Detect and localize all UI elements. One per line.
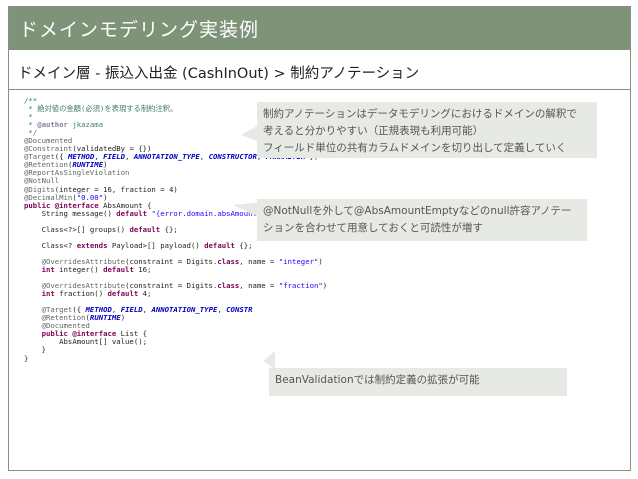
code-line: int integer() default 16; <box>24 264 299 274</box>
code-token: ANNOTATION_TYPE <box>151 305 218 315</box>
code-token: 絶対値の金額(必須)を表現する制約注釈。 <box>37 104 178 114</box>
code-token: fraction() <box>54 289 108 299</box>
code-token: CONSTR <box>226 305 253 315</box>
code-token: ) <box>322 281 328 291</box>
code-token: int <box>41 264 55 274</box>
code-token: @author <box>37 120 68 130</box>
code-line: Class<? extends Payload>[] payload() def… <box>24 240 299 250</box>
callout-1-line-1: 制約アノテーションはデータモデリングにおけるドメインの解釈で <box>263 108 577 120</box>
code-token: , name = <box>239 281 279 291</box>
callout-1-line-3: フィールド単位の共有カラムドメインを切り出して定義していく <box>263 142 567 154</box>
code-token: Class<? <box>24 240 77 250</box>
code-token: "fraction" <box>278 281 323 291</box>
code-token: default <box>116 208 148 218</box>
code-line: } <box>24 353 299 363</box>
code-line: AbsAmount[] value(); <box>24 338 299 346</box>
title-bar: ドメインモデリング実装例 <box>9 7 630 50</box>
code-token: 4; <box>138 289 152 299</box>
code-token: class <box>217 256 240 266</box>
slide-title: ドメインモデリング実装例 <box>19 19 260 41</box>
divider <box>9 89 630 90</box>
code-token: default <box>107 289 139 299</box>
code-token: "integer" <box>278 256 319 266</box>
code-token: default <box>129 224 161 234</box>
code-token: Payload>[] payload() <box>107 240 205 250</box>
code-token: , <box>125 152 134 162</box>
code-line: int fraction() default 4; <box>24 290 299 298</box>
code-token: Class<?>[] groups() <box>24 224 130 234</box>
code-token: jkazama <box>67 120 104 130</box>
code-token: String message() <box>24 208 117 218</box>
code-token: default <box>103 264 134 274</box>
code-token: , <box>217 305 227 315</box>
callout-notnull: @NotNullを外して@AbsAmountEmptyなどのnull許容アノテー… <box>257 199 587 241</box>
code-token: RUNTIME <box>89 313 121 323</box>
callout-3-line-1: BeanValidationでは制約定義の拡張が可能 <box>275 374 480 386</box>
code-token: , name = <box>239 256 279 266</box>
code-token: ) <box>318 256 323 266</box>
callout-constraint-annotation: 制約アノテーションはデータモデリングにおけるドメインの解釈で 考えると分かりやす… <box>257 102 597 158</box>
code-token: ANNOTATION_TYPE <box>133 152 200 162</box>
code-line: } <box>24 346 299 354</box>
callout-1-line-2: 考えると分かりやすい（正規表現も利用可能） <box>263 125 484 137</box>
callout-2-line-1: @NotNullを外して@AbsAmountEmptyなどのnull許容アノテー <box>263 205 572 217</box>
callout-beanvalidation: BeanValidationでは制約定義の拡張が可能 <box>269 368 567 396</box>
code-token: , <box>199 152 209 162</box>
code-token: {}; <box>160 224 178 234</box>
code-token: } <box>24 353 29 363</box>
code-token: integer() <box>54 264 104 274</box>
code-line: @ReportAsSingleViolation <box>24 169 299 177</box>
slide-subtitle: ドメイン層 - 振込入出金 (CashInOut) > 制約アノテーション <box>18 66 420 82</box>
code-token: extends <box>76 240 108 250</box>
slide: ドメインモデリング実装例 ドメイン層 - 振込入出金 (CashInOut) >… <box>8 6 631 471</box>
code-token: 16; <box>133 264 152 274</box>
code-token: int <box>41 289 55 299</box>
callout-2-line-2: ションを合わせて用意しておくと可読性が増す <box>263 222 483 234</box>
code-token: ) <box>120 313 126 323</box>
code-token: class <box>217 281 240 291</box>
